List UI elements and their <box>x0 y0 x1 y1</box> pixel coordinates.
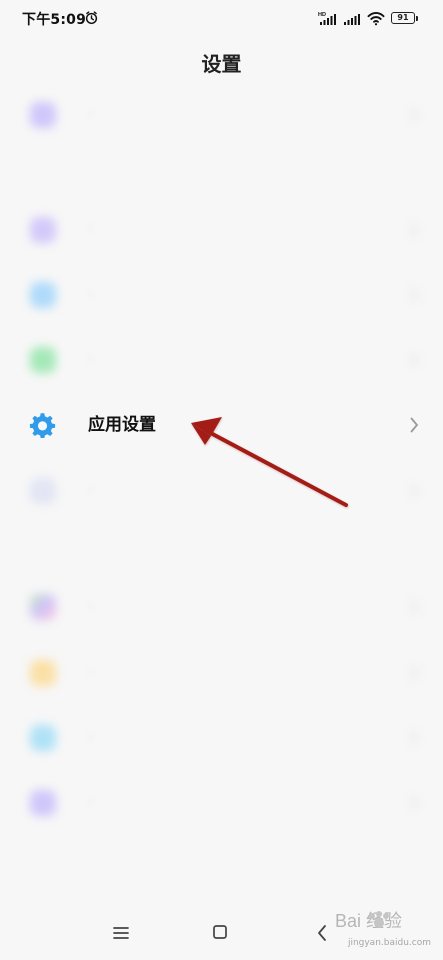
settings-item-label: · <box>88 728 94 748</box>
settings-item-label: · <box>88 481 94 501</box>
gray-rounded-icon <box>30 478 56 504</box>
status-time: 下午5:09 <box>22 12 87 28</box>
chevron-right-icon <box>410 417 419 433</box>
back-icon[interactable] <box>316 924 328 942</box>
purple-rounded-icon <box>30 102 56 128</box>
hd-label: HD <box>318 12 326 18</box>
cyan-rounded-icon <box>30 725 56 751</box>
settings-item-8[interactable]: · <box>0 648 443 698</box>
settings-item-label: · <box>88 793 94 813</box>
app-settings-item[interactable]: 应用设置 <box>0 400 443 450</box>
settings-item-6[interactable]: · <box>0 466 443 516</box>
signal-icon: HD <box>318 12 336 25</box>
settings-item-4[interactable]: · <box>0 335 443 385</box>
chevron-right-icon <box>410 730 419 746</box>
green-rounded-icon <box>30 347 56 373</box>
chevron-right-icon <box>410 107 419 123</box>
violet-rounded-icon <box>30 790 56 816</box>
settings-item-1[interactable]: · <box>0 90 443 140</box>
colorful-rounded-icon <box>30 594 56 620</box>
gear-icon <box>29 413 56 438</box>
settings-item-label: · <box>88 220 94 240</box>
chevron-right-icon <box>410 287 419 303</box>
settings-item-label: · <box>88 663 94 683</box>
alarm-icon <box>85 11 98 25</box>
battery-level: 91 <box>397 13 409 22</box>
chevron-right-icon <box>410 665 419 681</box>
chevron-right-icon <box>410 795 419 811</box>
settings-item-9[interactable]: · <box>0 713 443 763</box>
status-right: HD 91 <box>317 10 418 26</box>
settings-item-label: · <box>88 285 94 305</box>
chevron-right-icon <box>410 599 419 615</box>
app-settings-label: 应用设置 <box>88 415 156 435</box>
chevron-right-icon <box>410 222 419 238</box>
page-title: 设置 <box>201 52 242 76</box>
wifi-icon <box>367 11 385 26</box>
settings-item-label: · <box>88 350 94 370</box>
purple-rounded-icon <box>30 217 56 243</box>
settings-item-10[interactable]: · <box>0 778 443 828</box>
settings-item-label: · <box>88 597 94 617</box>
orange-rounded-icon <box>30 660 56 686</box>
battery-icon: 91 <box>391 12 418 24</box>
settings-item-7[interactable]: · <box>0 582 443 632</box>
home-icon[interactable] <box>212 924 228 940</box>
settings-item-2[interactable]: · <box>0 205 443 255</box>
chevron-right-icon <box>410 483 419 499</box>
settings-item-3[interactable]: · <box>0 270 443 320</box>
blue-rounded-icon <box>30 282 56 308</box>
menu-icon[interactable] <box>112 924 130 942</box>
settings-item-label: · <box>88 105 94 125</box>
chevron-right-icon <box>410 352 419 368</box>
signal-icon-secondary <box>344 14 360 25</box>
navigation-bar <box>0 910 443 960</box>
status-bar: 下午5:09 HD 91 <box>0 0 443 38</box>
watermark-domain: jingyan.baidu.com <box>347 938 431 948</box>
